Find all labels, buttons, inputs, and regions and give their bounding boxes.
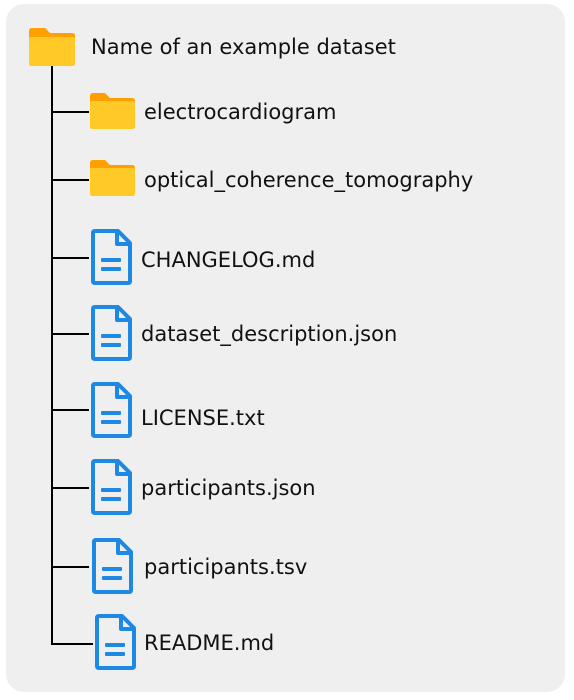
root-folder-label[interactable]: Name of an example dataset [91, 37, 396, 58]
folder-icon[interactable] [27, 27, 77, 67]
document-icon[interactable] [91, 538, 133, 594]
branch-line [51, 179, 89, 181]
tree-trunk-line [51, 60, 53, 644]
tree-item-label[interactable]: participants.tsv [144, 557, 307, 578]
document-icon[interactable] [90, 382, 132, 438]
branch-line [51, 409, 89, 411]
tree-item-label[interactable]: participants.json [141, 478, 316, 499]
branch-line [51, 111, 89, 113]
branch-line [51, 566, 89, 568]
branch-line [51, 333, 89, 335]
branch-line [51, 643, 93, 645]
folder-icon[interactable] [88, 92, 137, 130]
tree-item-label[interactable]: optical_coherence_tomography [144, 170, 473, 191]
tree-item-label[interactable]: LICENSE.txt [141, 408, 265, 429]
branch-line [51, 487, 89, 489]
tree-item-label[interactable]: CHANGELOG.md [141, 250, 315, 271]
document-icon[interactable] [90, 459, 132, 515]
document-icon[interactable] [90, 229, 132, 285]
document-icon[interactable] [90, 305, 132, 361]
document-icon[interactable] [94, 614, 136, 670]
tree-item-label[interactable]: electrocardiogram [144, 102, 336, 123]
tree-item-label[interactable]: dataset_description.json [141, 324, 397, 345]
tree-item-label[interactable]: README.md [144, 633, 274, 654]
folder-icon[interactable] [88, 159, 137, 197]
branch-line [51, 257, 89, 259]
